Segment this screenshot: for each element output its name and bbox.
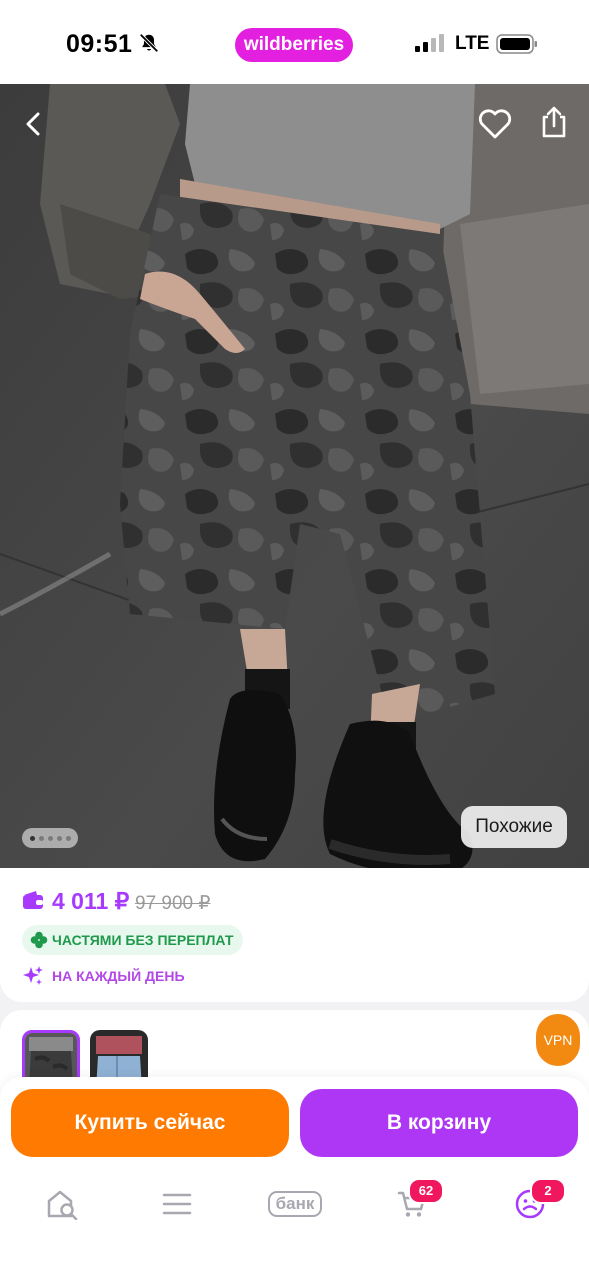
menu-icon <box>162 1193 192 1215</box>
current-price: 4 011 ₽ <box>52 888 130 914</box>
wallet-icon <box>23 891 43 909</box>
vpn-button[interactable]: VPN <box>536 1014 580 1066</box>
every-day-label: НА КАЖДЫЙ ДЕНЬ <box>52 968 185 984</box>
bell-off-icon <box>139 33 159 53</box>
share-button[interactable] <box>534 102 574 142</box>
buy-now-button[interactable]: Купить сейчас <box>11 1089 289 1157</box>
share-icon <box>542 106 566 138</box>
similar-button[interactable]: Похожие <box>461 806 567 848</box>
sparkle-icon <box>23 966 43 985</box>
back-button[interactable] <box>14 104 54 144</box>
every-day-badge[interactable]: НА КАЖДЫЙ ДЕНЬ <box>22 964 185 988</box>
clover-icon <box>30 931 48 949</box>
old-price: 97 900 ₽ <box>135 893 211 914</box>
pagination-dot <box>65 835 71 841</box>
price-card: 4 011 ₽ 97 900 ₽ ЧАСТЯМИ БЕЗ ПЕРЕПЛАТ НА… <box>0 868 589 1002</box>
gallery-pagination <box>22 828 78 848</box>
tab-catalog[interactable] <box>155 1182 199 1226</box>
tab-home[interactable] <box>40 1182 84 1226</box>
product-photo <box>0 84 589 868</box>
bank-label: банк <box>267 1191 323 1217</box>
tab-bank[interactable]: банк <box>260 1182 330 1226</box>
home-search-icon <box>47 1190 78 1220</box>
status-bar: 09:51 wildberries LTE <box>0 0 589 84</box>
pagination-dot <box>56 835 62 841</box>
status-time: 09:51 <box>66 30 133 58</box>
product-screen: 09:51 wildberries LTE Похожие 4 011 ₽ 97… <box>0 0 589 1280</box>
battery-icon <box>496 34 537 54</box>
pagination-dot <box>29 835 35 841</box>
installments-label: ЧАСТЯМИ БЕЗ ПЕРЕПЛАТ <box>52 932 234 948</box>
add-to-cart-button[interactable]: В корзину <box>300 1089 578 1157</box>
pagination-dot <box>47 835 53 841</box>
brand-pill[interactable]: wildberries <box>235 28 353 62</box>
pagination-dot <box>38 835 44 841</box>
back-arrow-icon <box>26 112 40 136</box>
product-gallery[interactable]: Похожие <box>0 84 589 868</box>
network-label: LTE <box>455 33 490 54</box>
favorite-button[interactable] <box>475 104 515 144</box>
cart-count-badge: 62 <box>408 1178 444 1204</box>
signal-icon <box>415 34 444 52</box>
bottom-panel: Купить сейчас В корзину банк 62 2 <box>0 1077 589 1280</box>
installments-badge[interactable]: ЧАСТЯМИ БЕЗ ПЕРЕПЛАТ <box>22 925 244 955</box>
profile-count-badge: 2 <box>530 1178 566 1204</box>
heart-icon <box>478 109 512 139</box>
